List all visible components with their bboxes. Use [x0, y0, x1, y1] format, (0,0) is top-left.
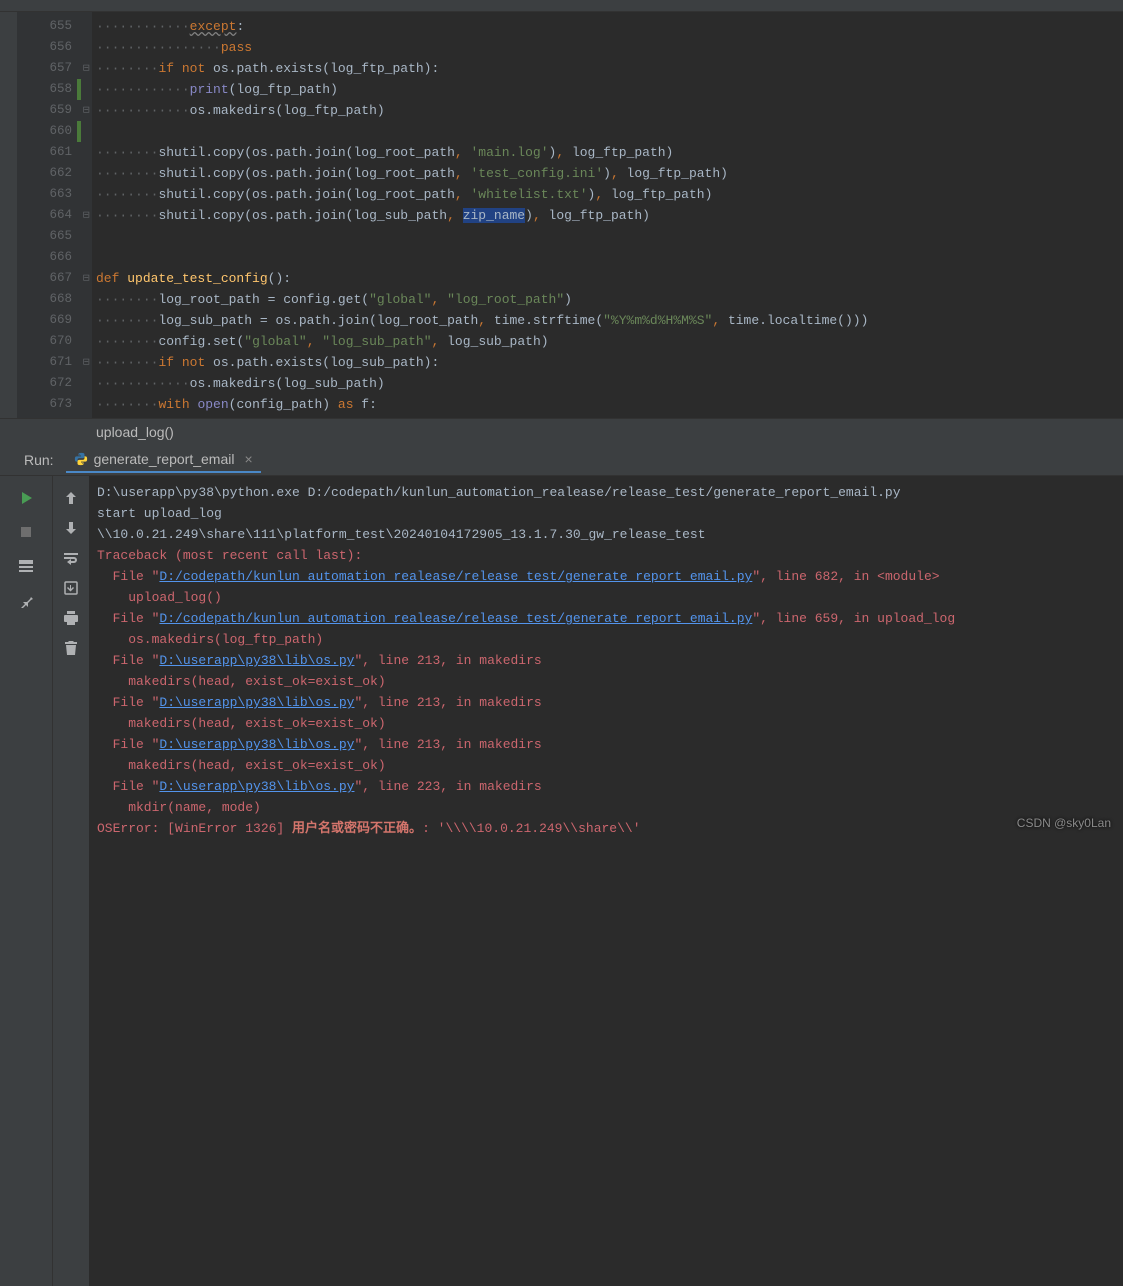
editor-area: 655656657⊟658659⊟660661662663664⊟6656666…: [0, 12, 1123, 418]
stop-icon[interactable]: [18, 524, 34, 540]
code-line[interactable]: [96, 247, 1123, 268]
code-line[interactable]: ········shutil.copy(os.path.join(log_roo…: [96, 163, 1123, 184]
line-number[interactable]: 667⊟: [17, 268, 92, 289]
line-number[interactable]: 665: [17, 226, 92, 247]
console-line: makedirs(head, exist_ok=exist_ok): [97, 755, 1115, 776]
line-number[interactable]: 669: [17, 310, 92, 331]
code-line[interactable]: ············os.makedirs(log_sub_path): [96, 373, 1123, 394]
fold-icon[interactable]: ⊟: [81, 274, 90, 283]
code-line[interactable]: ········if not os.path.exists(log_sub_pa…: [96, 352, 1123, 373]
console-line: upload_log(): [97, 587, 1115, 608]
code-editor[interactable]: ············except:················pass·…: [92, 12, 1123, 418]
code-line[interactable]: ········log_root_path = config.get("glob…: [96, 289, 1123, 310]
print-icon[interactable]: [63, 610, 79, 626]
code-line[interactable]: ············os.makedirs(log_ftp_path): [96, 100, 1123, 121]
console-output[interactable]: D:\userapp\py38\python.exe D:/codepath/k…: [89, 476, 1123, 1286]
line-number[interactable]: 661: [17, 142, 92, 163]
console-line: makedirs(head, exist_ok=exist_ok): [97, 671, 1115, 692]
layout-icon[interactable]: [18, 558, 34, 574]
line-number[interactable]: 663: [17, 184, 92, 205]
code-line[interactable]: ········shutil.copy(os.path.join(log_roo…: [96, 142, 1123, 163]
console-line: D:\userapp\py38\python.exe D:/codepath/k…: [97, 482, 1115, 503]
line-number[interactable]: 664⊟: [17, 205, 92, 226]
run-panel-header: Run: generate_report_email ×: [0, 444, 1123, 476]
trash-icon[interactable]: [63, 640, 79, 656]
line-number[interactable]: 658: [17, 79, 92, 100]
rerun-icon[interactable]: [18, 490, 34, 506]
console-line: File "D:/codepath/kunlun_automation_real…: [97, 566, 1115, 587]
line-number[interactable]: 673: [17, 394, 92, 415]
traceback-link[interactable]: D:\userapp\py38\lib\os.py: [159, 737, 354, 752]
console-line: File "D:/codepath/kunlun_automation_real…: [97, 608, 1115, 629]
close-icon[interactable]: ×: [244, 451, 252, 467]
console-line: os.makedirs(log_ftp_path): [97, 629, 1115, 650]
console-line: mkdir(name, mode): [97, 797, 1115, 818]
code-line[interactable]: [96, 121, 1123, 142]
traceback-link[interactable]: D:\userapp\py38\lib\os.py: [159, 653, 354, 668]
pin-icon[interactable]: [18, 592, 34, 608]
line-number[interactable]: 659⊟: [17, 100, 92, 121]
traceback-link[interactable]: D:\userapp\py38\lib\os.py: [159, 695, 354, 710]
fold-icon[interactable]: ⊟: [81, 358, 90, 367]
scroll-to-end-icon[interactable]: [63, 580, 79, 596]
line-gutter[interactable]: 655656657⊟658659⊟660661662663664⊟6656666…: [17, 12, 92, 418]
breadcrumb[interactable]: upload_log(): [0, 418, 1123, 444]
traceback-link[interactable]: D:/codepath/kunlun_automation_realease/r…: [159, 569, 752, 584]
console-line: \\10.0.21.249\share\111\platform_test\20…: [97, 524, 1115, 545]
code-line[interactable]: ········config.set("global", "log_sub_pa…: [96, 331, 1123, 352]
line-number[interactable]: 672: [17, 373, 92, 394]
fold-icon[interactable]: ⊟: [81, 106, 90, 115]
line-number[interactable]: 662: [17, 163, 92, 184]
line-number[interactable]: 670: [17, 331, 92, 352]
line-number[interactable]: 660: [17, 121, 92, 142]
line-number[interactable]: 668: [17, 289, 92, 310]
console-line: makedirs(head, exist_ok=exist_ok): [97, 713, 1115, 734]
code-line[interactable]: ········log_sub_path = os.path.join(log_…: [96, 310, 1123, 331]
console-line: start upload_log: [97, 503, 1115, 524]
code-line[interactable]: ················pass: [96, 37, 1123, 58]
line-number[interactable]: 666: [17, 247, 92, 268]
console-line: File "D:\userapp\py38\lib\os.py", line 2…: [97, 776, 1115, 797]
code-line[interactable]: def update_test_config():: [96, 268, 1123, 289]
run-label: Run:: [0, 452, 66, 468]
watermark: CSDN @sky0Lan: [1017, 816, 1111, 830]
run-toolbar-primary: [0, 476, 53, 1286]
console-line: Traceback (most recent call last):: [97, 545, 1115, 566]
run-tab[interactable]: generate_report_email ×: [66, 447, 261, 473]
traceback-link[interactable]: D:\userapp\py38\lib\os.py: [159, 779, 354, 794]
line-number[interactable]: 657⊟: [17, 58, 92, 79]
wrap-icon[interactable]: [63, 550, 79, 566]
console-line: File "D:\userapp\py38\lib\os.py", line 2…: [97, 650, 1115, 671]
left-margin: [0, 12, 17, 418]
line-number[interactable]: 656: [17, 37, 92, 58]
code-line[interactable]: [96, 226, 1123, 247]
fold-icon[interactable]: ⊟: [81, 211, 90, 220]
change-marker: [77, 79, 81, 100]
console-line: File "D:\userapp\py38\lib\os.py", line 2…: [97, 734, 1115, 755]
code-line[interactable]: ········if not os.path.exists(log_ftp_pa…: [96, 58, 1123, 79]
console-line: File "D:\userapp\py38\lib\os.py", line 2…: [97, 692, 1115, 713]
fold-icon[interactable]: ⊟: [81, 64, 90, 73]
up-icon[interactable]: [63, 490, 79, 506]
change-marker: [77, 121, 81, 142]
code-line[interactable]: ········shutil.copy(os.path.join(log_roo…: [96, 184, 1123, 205]
code-line[interactable]: ········shutil.copy(os.path.join(log_sub…: [96, 205, 1123, 226]
run-toolbar-secondary: [53, 476, 89, 1286]
line-number[interactable]: 655: [17, 16, 92, 37]
traceback-link[interactable]: D:/codepath/kunlun_automation_realease/r…: [159, 611, 752, 626]
console-line: OSError: [WinError 1326] 用户名或密码不正确。: '\\…: [97, 818, 1115, 839]
line-number[interactable]: 671⊟: [17, 352, 92, 373]
run-tab-label: generate_report_email: [94, 451, 235, 467]
code-line[interactable]: ············print(log_ftp_path): [96, 79, 1123, 100]
python-icon: [74, 452, 88, 466]
run-panel-body: D:\userapp\py38\python.exe D:/codepath/k…: [0, 476, 1123, 1286]
code-line[interactable]: ········with open(config_path) as f:: [96, 394, 1123, 415]
down-icon[interactable]: [63, 520, 79, 536]
title-bar: [0, 0, 1123, 12]
code-line[interactable]: ············except:: [96, 16, 1123, 37]
